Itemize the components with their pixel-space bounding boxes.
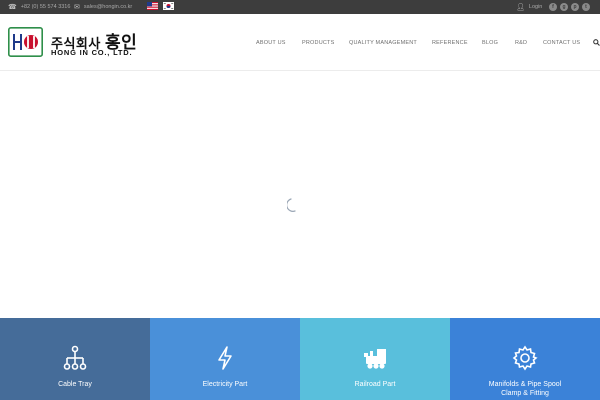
top-bar: ☎ +82 (0) 55 574 3316 ✉ sales@hongin.co.… (0, 0, 600, 14)
phone-number: +82 (0) 55 574 3316 (20, 4, 71, 10)
search-icon[interactable] (593, 39, 600, 46)
login-link[interactable]: 👤︎ Login (516, 0, 542, 14)
hierarchy-icon (63, 345, 87, 370)
facebook-icon[interactable]: f (549, 3, 557, 11)
category-electricity-part[interactable]: Electricity Part (150, 318, 300, 400)
gear-icon (512, 345, 538, 371)
nav-products[interactable]: PRODUCTS (302, 40, 334, 46)
category-railroad-part[interactable]: Railroad Part (300, 318, 450, 400)
category-label-line2: Clamp & Fitting (501, 390, 549, 397)
mail-icon: ✉ (74, 3, 80, 11)
twitter-icon[interactable]: t (582, 3, 590, 11)
nav-contact-us[interactable]: CONTACT US (543, 40, 580, 46)
nav-about-us[interactable]: ABOUT US (256, 40, 286, 46)
logo-english-text: HONG IN CO., LTD. (51, 48, 133, 57)
nav-quality-management[interactable]: QUALITY MANAGEMENT (349, 40, 417, 46)
category-label: Manifolds & Pipe Spool Clamp & Fitting (450, 380, 600, 398)
nav-reference[interactable]: REFERENCE (432, 40, 468, 46)
login-label: Login (528, 4, 543, 10)
lightning-icon (218, 346, 232, 370)
category-tiles: Cable Tray Electricity Part Railroad Par… (0, 318, 600, 400)
phone-icon: ☎ (8, 3, 17, 11)
phone-contact[interactable]: ☎ +82 (0) 55 574 3316 (8, 0, 70, 14)
company-logo-icon[interactable] (8, 27, 43, 57)
kr-flag-icon[interactable] (163, 2, 174, 10)
category-label: Cable Tray (58, 381, 92, 388)
email-address: sales@hongin.co.kr (83, 4, 133, 10)
category-label: Electricity Part (202, 381, 248, 388)
train-icon (364, 349, 386, 369)
category-manifolds[interactable]: Manifolds & Pipe Spool Clamp & Fitting (450, 318, 600, 400)
user-icon: 👤︎ (516, 3, 525, 11)
category-label: Railroad Part (354, 381, 396, 388)
nav-rnd[interactable]: R&D (515, 40, 527, 46)
category-cable-tray[interactable]: Cable Tray (0, 318, 150, 400)
email-contact[interactable]: ✉ sales@hongin.co.kr (74, 0, 132, 14)
loading-spinner-icon (287, 198, 296, 212)
category-label-line1: Manifolds & Pipe Spool (488, 381, 562, 388)
google-plus-icon[interactable]: g (560, 3, 568, 11)
pinterest-icon[interactable]: p (571, 3, 579, 11)
us-flag-icon[interactable] (147, 2, 158, 10)
site-header: 주식회사 홍인 HONG IN CO., LTD. ABOUT US PRODU… (0, 14, 600, 71)
nav-blog[interactable]: BLOG (482, 40, 498, 46)
